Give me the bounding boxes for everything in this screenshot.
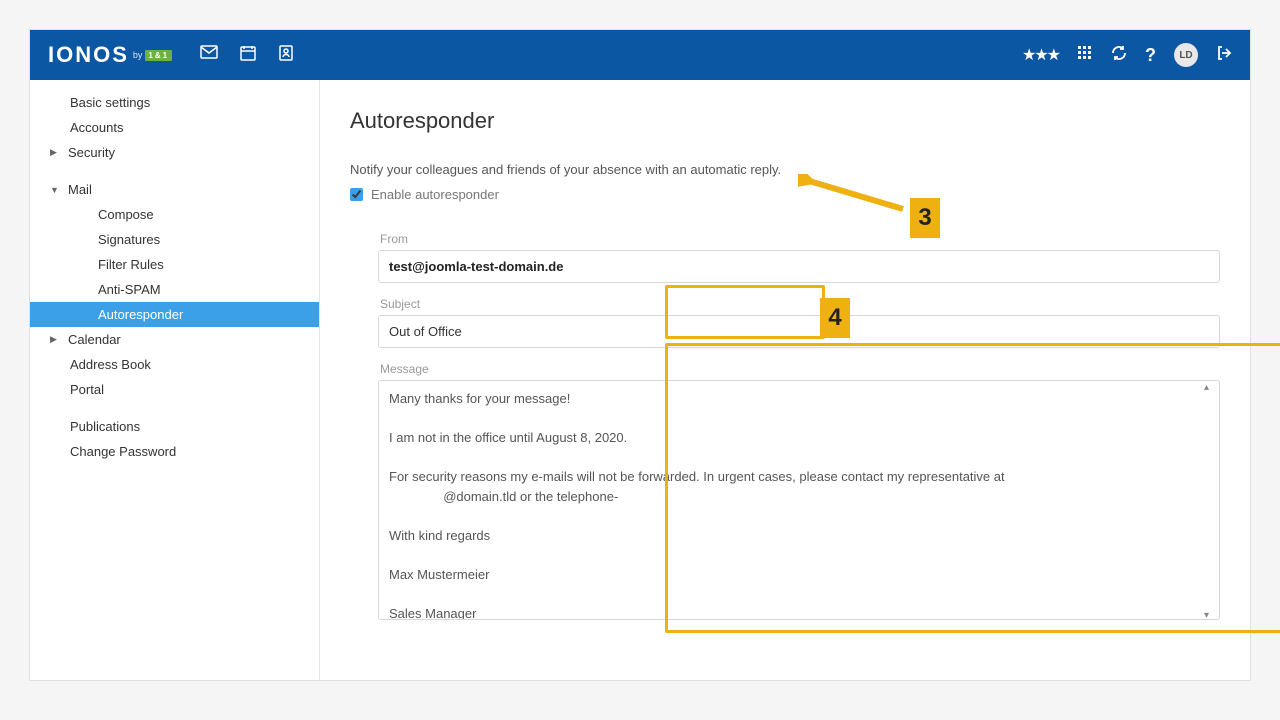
page-description: Notify your colleagues and friends of yo… [350, 162, 1220, 177]
from-field: From [378, 232, 1220, 283]
sidebar-item-calendar[interactable]: ▶ Calendar [30, 327, 319, 352]
enable-autoresponder-checkbox[interactable] [350, 188, 363, 201]
enable-autoresponder-row[interactable]: Enable autoresponder [350, 187, 1220, 202]
sidebar-item-security[interactable]: ▶ Security [30, 140, 319, 165]
sidebar-item-publications[interactable]: Publications [30, 414, 319, 439]
message-textarea[interactable] [378, 380, 1220, 620]
message-field: Message ▴▾ [378, 362, 1220, 623]
stars-icon[interactable]: ★★★ [1022, 45, 1059, 65]
chevron-right-icon: ▶ [50, 147, 62, 158]
sidebar-item-basic-settings[interactable]: Basic settings [30, 90, 319, 115]
callout-3: 3 [910, 198, 940, 238]
subject-label: Subject [378, 297, 1220, 311]
sidebar-item-anti-spam[interactable]: Anti-SPAM [30, 277, 319, 302]
subject-input[interactable] [378, 315, 1220, 348]
logo: IONOS by 1&1 [48, 42, 172, 68]
sidebar-item-label: Calendar [68, 332, 121, 347]
help-icon[interactable]: ? [1145, 45, 1156, 66]
logo-text: IONOS [48, 42, 129, 68]
topbar: IONOS by 1&1 ★★★ ? LD [30, 30, 1250, 80]
from-input[interactable] [378, 250, 1220, 283]
avatar[interactable]: LD [1174, 43, 1198, 67]
chevron-right-icon: ▶ [50, 334, 62, 345]
callout-arrow [798, 174, 908, 214]
enable-autoresponder-label: Enable autoresponder [371, 187, 499, 202]
sidebar-item-signatures[interactable]: Signatures [30, 227, 319, 252]
contacts-icon[interactable] [278, 45, 294, 66]
page-title: Autoresponder [350, 108, 1220, 134]
from-label: From [378, 232, 1220, 246]
sidebar-item-compose[interactable]: Compose [30, 202, 319, 227]
sidebar-item-label: Security [68, 145, 115, 160]
logo-subtext: by [133, 50, 143, 60]
logout-icon[interactable] [1216, 45, 1232, 66]
apps-icon[interactable] [1077, 45, 1093, 66]
main-content: Autoresponder Notify your colleagues and… [320, 80, 1250, 680]
sidebar-item-address-book[interactable]: Address Book [30, 352, 319, 377]
sidebar-item-mail[interactable]: ▼ Mail [30, 177, 319, 202]
sidebar-item-portal[interactable]: Portal [30, 377, 319, 402]
subject-field: Subject [378, 297, 1220, 348]
mail-icon[interactable] [200, 45, 218, 66]
sidebar-item-label: Mail [68, 182, 92, 197]
message-label: Message [378, 362, 1220, 376]
sidebar-item-accounts[interactable]: Accounts [30, 115, 319, 140]
sidebar-item-change-password[interactable]: Change Password [30, 439, 319, 464]
sidebar-item-autoresponder[interactable]: Autoresponder [30, 302, 319, 327]
callout-4: 4 [820, 298, 850, 338]
logo-badge: 1&1 [145, 50, 172, 61]
calendar-icon[interactable] [240, 45, 256, 66]
chevron-down-icon: ▼ [50, 185, 62, 195]
sidebar-item-filter-rules[interactable]: Filter Rules [30, 252, 319, 277]
refresh-icon[interactable] [1111, 45, 1127, 66]
sidebar: Basic settings Accounts ▶Security ▼Mail … [30, 80, 320, 680]
